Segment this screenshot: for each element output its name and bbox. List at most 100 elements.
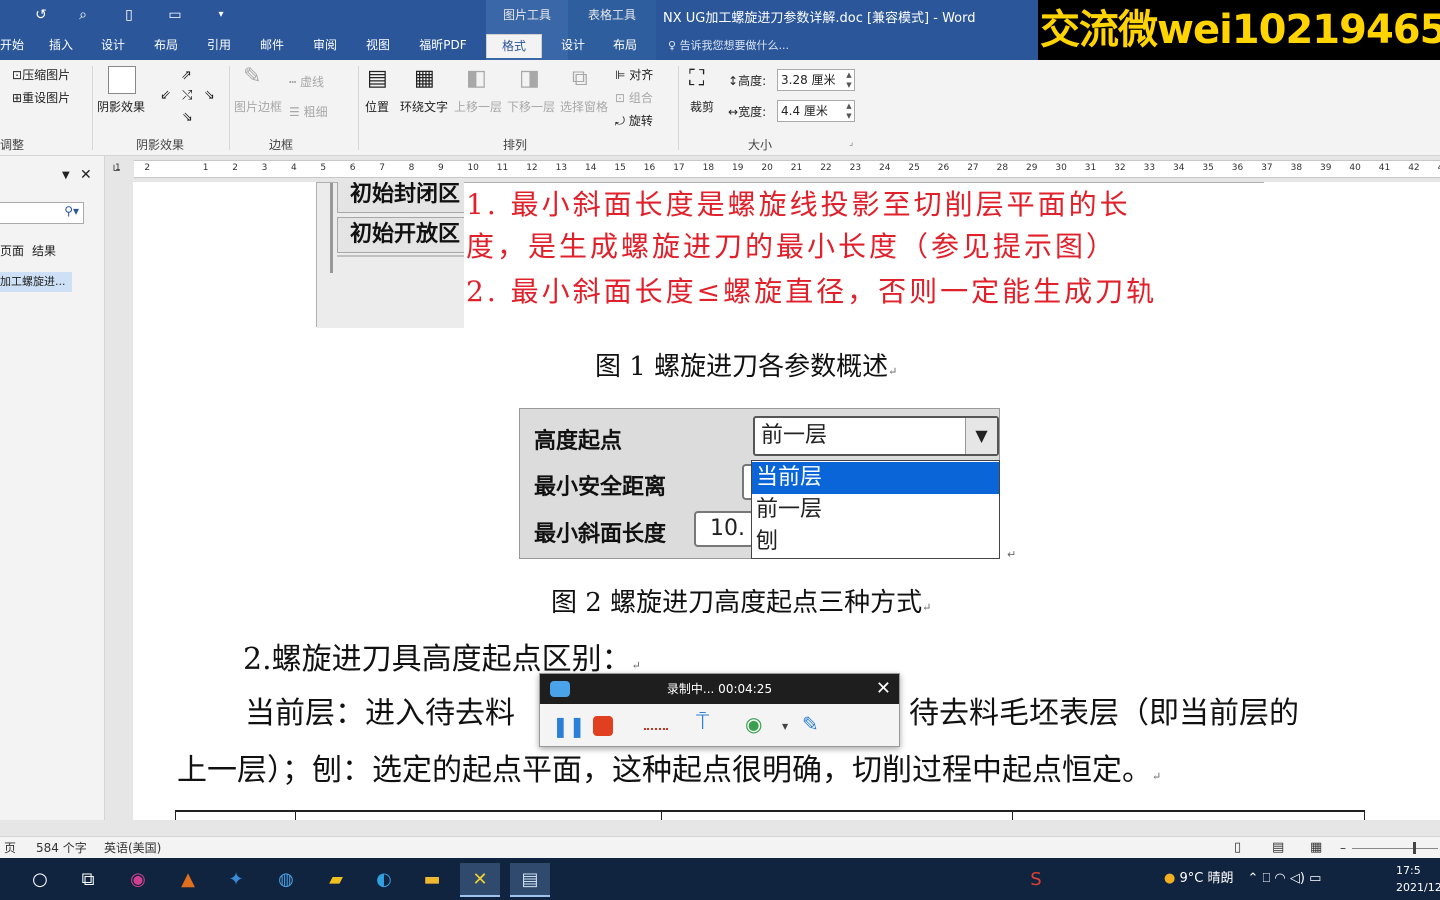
crop-button[interactable]: 裁剪 — [690, 98, 714, 115]
weather-widget[interactable]: ● 9°C 晴朗 ⌃ ⎕ ◠ ◁) ▭ — [1164, 858, 1321, 900]
redo-icon[interactable]: ↺ — [30, 4, 52, 26]
tray-icons[interactable]: ⌃ ⎕ ◠ ◁) ▭ — [1247, 871, 1321, 886]
ruler-number: 1 — [115, 163, 121, 173]
tab-foxit-pdf[interactable]: 福昕PDF — [412, 34, 474, 58]
size-dialog-launcher-icon[interactable]: ⌟ — [849, 138, 853, 148]
tab-mailings[interactable]: 邮件 — [255, 34, 289, 58]
tab-review[interactable]: 审阅 — [308, 34, 342, 58]
print-preview-icon[interactable]: ⌕ — [72, 4, 94, 26]
height-spinner[interactable]: 3.28 厘米 ▲ ▼ — [777, 69, 855, 91]
zoom-slider[interactable] — [1352, 848, 1438, 849]
ruler-number: 26 — [937, 163, 950, 173]
shadow-nudge-up-icon[interactable]: ⇗ — [181, 68, 192, 83]
shadow-effects-button[interactable]: 阴影效果 — [97, 98, 145, 115]
rotate-button[interactable]: ⤾ 旋转 — [615, 112, 653, 129]
pen-icon[interactable]: ✎ — [802, 712, 819, 736]
send-backward-icon: ◨ — [519, 66, 540, 91]
tell-me-search[interactable]: ♀ 告诉我您想要做什么... — [668, 37, 789, 53]
read-mode-icon[interactable]: ▯ — [1234, 837, 1241, 859]
language-indicator[interactable]: 英语(美国) — [104, 837, 161, 859]
ruler-strip[interactable]: 1 2 1 2 3 4 5 6 7 8 9 10 11 12 13 14 15 16 17 18 19 20 21 22 23 2… — [115, 160, 1440, 178]
figure-1-image[interactable]: 初始封闭区 初始开放区 1. 最小斜面长度是螺旋线投影至切削层平面的长 度，是生… — [316, 182, 1264, 328]
word-count[interactable]: 584 个字 — [36, 837, 87, 859]
pin-icon[interactable]: ⍑ — [696, 710, 709, 735]
media-player-icon[interactable]: ◉ — [118, 863, 158, 897]
zoom-slider-thumb[interactable] — [1413, 842, 1416, 854]
wrap-text-button[interactable]: 环绕文字 — [400, 98, 448, 115]
ruler-number: 40 — [1349, 163, 1361, 173]
zoom-out-icon[interactable]: – — [1340, 837, 1346, 859]
position-button[interactable]: 位置 — [365, 98, 389, 115]
spinner-arrows-icon[interactable]: ▲ ▼ — [844, 101, 854, 121]
word-app-icon[interactable]: ▤ — [510, 863, 550, 897]
tab-references[interactable]: 引用 — [202, 34, 236, 58]
align-button[interactable]: ⊫ 对齐 — [615, 66, 653, 83]
bring-forward-button[interactable]: 上移一层 — [454, 98, 502, 115]
picture-border-button[interactable]: 图片边框 — [234, 98, 282, 115]
nav-search-input[interactable]: ⚲▾ — [0, 202, 84, 224]
stop-icon[interactable] — [593, 716, 613, 736]
nx-app-icon[interactable]: ✕ — [460, 863, 500, 897]
notes-app-icon[interactable]: ▰ — [316, 863, 356, 897]
figure-2-image[interactable]: 高度起点 最小安全距离 最小斜面长度 10. 前一层 ▼ 当前层 前一层 刨 — [519, 408, 1000, 559]
ruler-number: 13 — [555, 163, 568, 173]
selection-pane-button[interactable]: 选择窗格 — [560, 98, 608, 115]
close-pane-icon[interactable]: ✕ — [80, 167, 92, 183]
ruler-number: 5 — [320, 163, 327, 173]
pause-icon[interactable]: ❚❚ — [552, 714, 586, 738]
shadow-nudge-down-icon[interactable]: ⇘ — [182, 110, 193, 125]
tab-view[interactable]: 视图 — [361, 34, 395, 58]
close-icon[interactable]: ✕ — [876, 674, 891, 704]
shadow-nudge-left-icon[interactable]: ⇙ — [160, 88, 171, 103]
new-document-icon[interactable]: ▯ — [118, 4, 140, 26]
group-button[interactable]: ⊡ 组合 — [615, 89, 653, 106]
pane-options-icon[interactable]: ▼ — [62, 170, 70, 181]
sogou-ime-icon[interactable]: S — [1016, 863, 1056, 897]
spinner-arrows-icon[interactable]: ▲ ▼ — [844, 70, 854, 90]
search-icon[interactable]: ○ — [20, 863, 60, 897]
comparison-table[interactable] — [175, 810, 1365, 820]
tab-table-layout[interactable]: 布局 — [608, 34, 642, 58]
edge-browser-icon[interactable]: ◐ — [364, 863, 404, 897]
weight-button[interactable]: ☰ 粗细 — [289, 103, 328, 120]
ruler-number: 42 — [1408, 163, 1420, 173]
search-icon[interactable]: ⚲▾ — [64, 204, 79, 218]
tab-home[interactable]: 开始 — [0, 34, 24, 58]
nav-selected-heading[interactable]: 加工螺旋进... — [0, 272, 72, 292]
chevron-down-icon[interactable]: ▼ — [782, 722, 788, 731]
ribbon: ⊡压缩图片 ⊞重设图片 调整 阴影效果 ⇗ ⇙ ⤭ ⇘ ⇘ 阴影效果 ✎ 图片边… — [0, 60, 1440, 156]
tab-design[interactable]: 设计 — [96, 34, 130, 58]
send-backward-button[interactable]: 下移一层 — [507, 98, 555, 115]
webcam-add-icon[interactable]: ◉ — [745, 712, 762, 736]
tab-layout[interactable]: 布局 — [149, 34, 183, 58]
tab-picture-format[interactable]: 格式 — [486, 34, 542, 58]
cad-app-icon[interactable]: ✦ — [216, 863, 256, 897]
task-view-icon[interactable]: ⧉ — [68, 863, 108, 897]
reset-picture-button[interactable]: ⊞重设图片 — [12, 89, 70, 106]
ramp-length-field: 10. — [694, 511, 754, 547]
tab-insert[interactable]: 插入 — [44, 34, 78, 58]
compress-pictures-button[interactable]: ⊡压缩图片 — [12, 66, 70, 83]
screen-recorder-app-icon[interactable]: ◍ — [266, 863, 306, 897]
horizontal-scrollbar[interactable] — [105, 820, 1440, 836]
screen-recorder-toolbar[interactable]: 录制中... 00:04:25 ✕ ❚❚ ⍑ ◉ ▼ ✎ — [539, 673, 900, 747]
file-explorer-icon[interactable]: ▬ — [412, 863, 452, 897]
width-spinner[interactable]: 4.4 厘米 ▲ ▼ — [777, 100, 855, 122]
matlab-icon[interactable]: ▲ — [168, 863, 208, 897]
shadow-toggle-icon[interactable]: ⤭ — [182, 88, 192, 103]
recorder-header[interactable]: 录制中... 00:04:25 ✕ — [540, 674, 899, 704]
page-indicator[interactable]: 页 — [4, 837, 16, 859]
customize-qat-icon[interactable]: ▾ — [210, 4, 232, 26]
open-folder-icon[interactable]: ▭ — [164, 4, 186, 26]
shadow-nudge-right-icon[interactable]: ⇘ — [204, 88, 215, 103]
nav-tab-pages[interactable]: 页面 — [0, 242, 24, 259]
clock[interactable]: 17:5 2021/12 — [1396, 862, 1440, 896]
caption-1-text: 图 1 螺旋进刀各参数概述 — [595, 352, 889, 382]
dashes-button[interactable]: ┅ 虚线 — [289, 73, 324, 90]
tab-table-design[interactable]: 设计 — [556, 34, 590, 58]
divider-line — [330, 183, 333, 273]
nav-tab-results[interactable]: 结果 — [32, 242, 56, 259]
width-value: 4.4 厘米 — [781, 104, 828, 118]
print-layout-icon[interactable]: ▤ — [1272, 837, 1284, 859]
web-layout-icon[interactable]: ▦ — [1310, 837, 1322, 859]
